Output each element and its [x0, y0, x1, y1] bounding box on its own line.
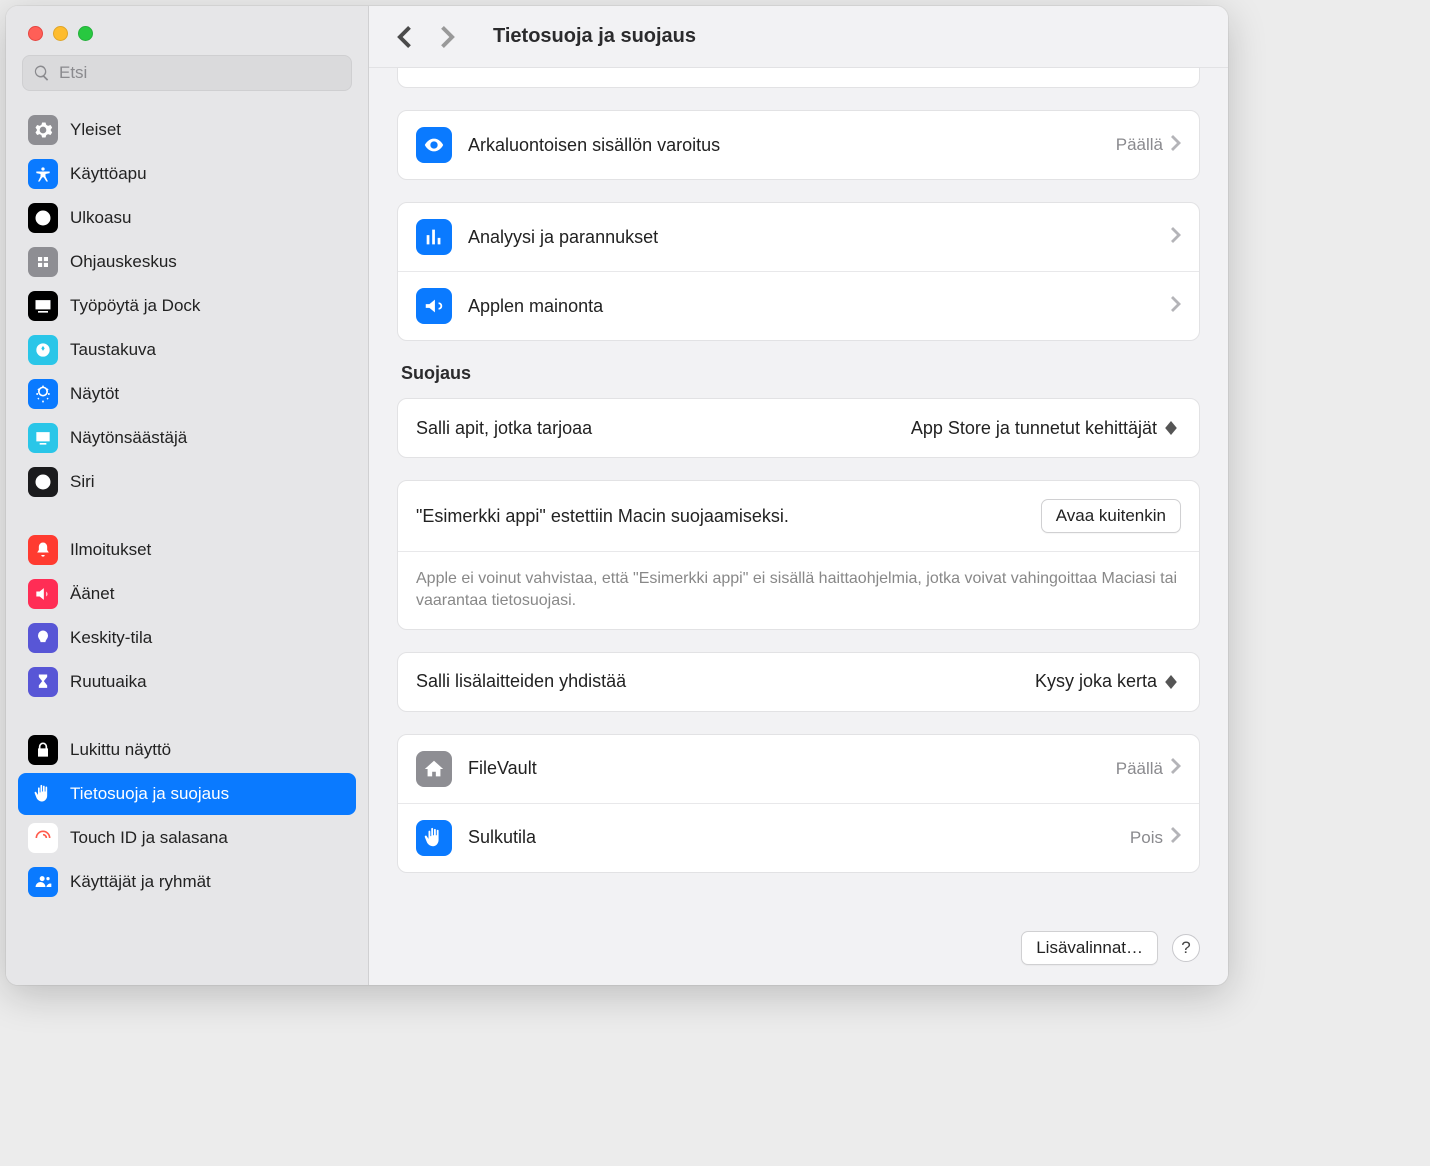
chevron-right-icon: [1171, 135, 1181, 156]
filevault-row[interactable]: FileVault Päällä: [398, 735, 1199, 803]
sidebar-item-label: Äänet: [70, 584, 114, 604]
sidebar-item-label: Ilmoitukset: [70, 540, 151, 560]
ads-label: Applen mainonta: [468, 296, 1171, 317]
forward-button[interactable]: [435, 24, 461, 50]
sensitive-label: Arkaluontoisen sisällön varoitus: [468, 135, 1116, 156]
sidebar-item-k-ytt-j-t-ja-ryhm-t[interactable]: Käyttäjät ja ryhmät: [18, 861, 356, 903]
sidebar-item-label: Ruutuaika: [70, 672, 147, 692]
open-anyway-button[interactable]: Avaa kuitenkin: [1041, 499, 1181, 533]
sidebar-item-tietosuoja-ja-suojaus[interactable]: Tietosuoja ja suojaus: [18, 773, 356, 815]
window-controls: [6, 6, 368, 55]
minimize-icon[interactable]: [53, 26, 68, 41]
previous-card-edge: [397, 68, 1200, 88]
sidebar-item-taustakuva[interactable]: Taustakuva: [18, 329, 356, 371]
search-icon: [33, 64, 51, 82]
page-title: Tietosuoja ja suojaus: [493, 25, 696, 48]
sidebar-item-siri[interactable]: Siri: [18, 461, 356, 503]
accessories-row[interactable]: Salli lisälaitteiden yhdistää Kysy joka …: [397, 652, 1200, 712]
lockdown-label: Sulkutila: [468, 827, 1130, 848]
sidebar-item-label: Touch ID ja salasana: [70, 828, 228, 848]
lockdown-value: Pois: [1130, 828, 1163, 848]
sidebar-item-ruutuaika[interactable]: Ruutuaika: [18, 661, 356, 703]
hand-icon: [416, 820, 452, 856]
analytics-row[interactable]: Analyysi ja parannukset: [398, 203, 1199, 271]
sidebar-item-label: Ohjauskeskus: [70, 252, 177, 272]
content-area: Tietosuoja ja suojaus Arkaluontoisen sis…: [369, 6, 1228, 985]
accessories-select[interactable]: Kysy joka kerta: [1035, 671, 1181, 693]
house-icon: [416, 751, 452, 787]
footer: Lisävalinnat… ?: [369, 923, 1228, 985]
filevault-value: Päällä: [1116, 759, 1163, 779]
sidebar-nav: Yleiset Käyttöapu Ulkoasu Ohjauskeskus Työpö…: [6, 103, 368, 985]
apple-ads-row[interactable]: Applen mainonta: [398, 271, 1199, 340]
sidebar-item--net[interactable]: Äänet: [18, 573, 356, 615]
allow-apps-label: Salli apit, jotka tarjoaa: [416, 418, 911, 439]
sidebar-item-yleiset[interactable]: Yleiset: [18, 109, 356, 151]
allow-apps-value: App Store ja tunnetut kehittäjät: [911, 418, 1157, 439]
sidebar-item-label: Käyttöapu: [70, 164, 147, 184]
sidebar-item-keskity-tila[interactable]: Keskity-tila: [18, 617, 356, 659]
sidebar-item-label: Taustakuva: [70, 340, 156, 360]
content-pane: Arkaluontoisen sisällön varoitus Päällä …: [369, 68, 1228, 923]
sidebar-item-label: Näytönsäästäjä: [70, 428, 187, 448]
security-header: Suojaus: [401, 363, 1196, 384]
updown-icon: [1165, 417, 1181, 439]
help-button[interactable]: ?: [1172, 934, 1200, 962]
blocked-subtext: Apple ei voinut vahvistaa, että "Esimerk…: [398, 552, 1199, 629]
sidebar-item-k-ytt-apu[interactable]: Käyttöapu: [18, 153, 356, 195]
filevault-lockdown-card: FileVault Päällä Sulkutila Pois: [397, 734, 1200, 873]
back-button[interactable]: [391, 24, 417, 50]
eye-icon: [416, 127, 452, 163]
sidebar: Yleiset Käyttöapu Ulkoasu Ohjauskeskus Työpö…: [6, 6, 369, 985]
blocked-app-card: "Esimerkki appi" estettiin Macin suojaam…: [397, 480, 1200, 630]
sidebar-item-n-yt-ns-st-j-[interactable]: Näytönsäästäjä: [18, 417, 356, 459]
sidebar-item-lukittu-n-ytt-[interactable]: Lukittu näyttö: [18, 729, 356, 771]
sidebar-item-label: Yleiset: [70, 120, 121, 140]
allow-apps-row[interactable]: Salli apit, jotka tarjoaa App Store ja t…: [397, 398, 1200, 458]
chevron-right-icon: [1171, 827, 1181, 848]
accessories-label: Salli lisälaitteiden yhdistää: [416, 671, 1035, 692]
sidebar-item-label: Käyttäjät ja ryhmät: [70, 872, 211, 892]
filevault-label: FileVault: [468, 758, 1116, 779]
blocked-message: "Esimerkki appi" estettiin Macin suojaam…: [416, 506, 1041, 527]
sidebar-item-label: Näytöt: [70, 384, 119, 404]
updown-icon: [1165, 671, 1181, 693]
chevron-right-icon: [1171, 758, 1181, 779]
close-icon[interactable]: [28, 26, 43, 41]
accessories-value: Kysy joka kerta: [1035, 671, 1157, 692]
search-field[interactable]: [22, 55, 352, 91]
sidebar-item-ohjauskeskus[interactable]: Ohjauskeskus: [18, 241, 356, 283]
sidebar-item-label: Lukittu näyttö: [70, 740, 171, 760]
toolbar: Tietosuoja ja suojaus: [369, 6, 1228, 68]
sidebar-item-touch-id-ja-salasana[interactable]: Touch ID ja salasana: [18, 817, 356, 859]
settings-window: Yleiset Käyttöapu Ulkoasu Ohjauskeskus Työpö…: [6, 6, 1228, 985]
sidebar-item-label: Keskity-tila: [70, 628, 152, 648]
megaphone-icon: [416, 288, 452, 324]
sidebar-item-ilmoitukset[interactable]: Ilmoitukset: [18, 529, 356, 571]
analytics-label: Analyysi ja parannukset: [468, 227, 1171, 248]
sensitive-content-card: Arkaluontoisen sisällön varoitus Päällä: [397, 110, 1200, 180]
sidebar-item-n-yt-t[interactable]: Näytöt: [18, 373, 356, 415]
sensitive-value: Päällä: [1116, 135, 1163, 155]
search-input[interactable]: [59, 63, 341, 83]
sidebar-item-label: Työpöytä ja Dock: [70, 296, 200, 316]
chart-icon: [416, 219, 452, 255]
advanced-button[interactable]: Lisävalinnat…: [1021, 931, 1158, 965]
sidebar-item-label: Tietosuoja ja suojaus: [70, 784, 229, 804]
allow-apps-select[interactable]: App Store ja tunnetut kehittäjät: [911, 417, 1181, 439]
analytics-ads-card: Analyysi ja parannukset Applen mainonta: [397, 202, 1200, 341]
chevron-right-icon: [1171, 227, 1181, 248]
sensitive-content-row[interactable]: Arkaluontoisen sisällön varoitus Päällä: [398, 111, 1199, 179]
sidebar-item-label: Ulkoasu: [70, 208, 131, 228]
chevron-right-icon: [1171, 296, 1181, 317]
zoom-icon[interactable]: [78, 26, 93, 41]
sidebar-item-ulkoasu[interactable]: Ulkoasu: [18, 197, 356, 239]
sidebar-item-ty-p-yt-ja-dock[interactable]: Työpöytä ja Dock: [18, 285, 356, 327]
sidebar-item-label: Siri: [70, 472, 95, 492]
lockdown-row[interactable]: Sulkutila Pois: [398, 803, 1199, 872]
